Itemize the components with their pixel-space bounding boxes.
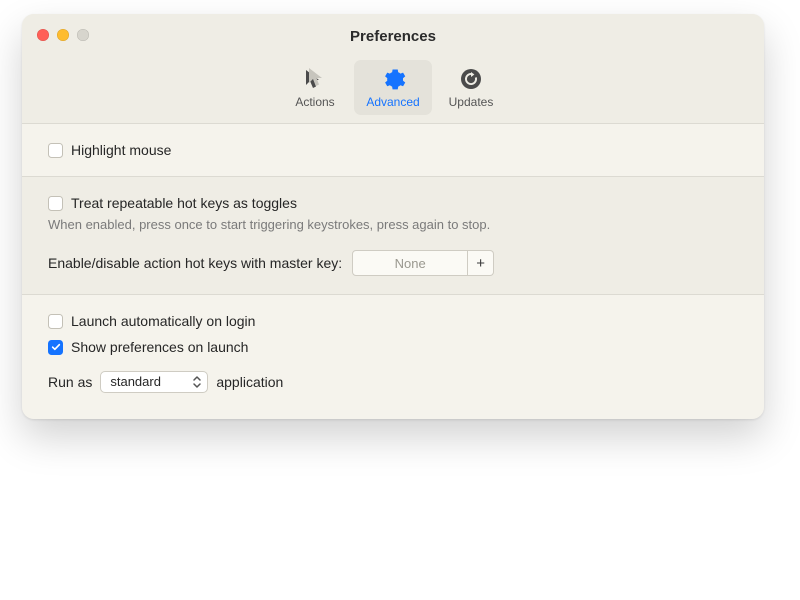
chevron-updown-icon [192, 375, 202, 389]
show-prefs-label: Show preferences on launch [71, 339, 248, 355]
tab-updates[interactable]: Updates [432, 60, 510, 115]
highlight-mouse-label: Highlight mouse [71, 142, 171, 158]
treat-toggles-hint: When enabled, press once to start trigge… [48, 217, 738, 232]
updates-icon [458, 66, 484, 92]
tab-updates-label: Updates [449, 95, 494, 109]
master-key-field: None + [352, 250, 494, 276]
actions-icon [302, 66, 328, 92]
tab-actions[interactable]: Actions [276, 60, 354, 115]
launch-login-checkbox[interactable] [48, 314, 63, 329]
window-title: Preferences [22, 14, 764, 60]
run-as-select[interactable]: standard [100, 371, 208, 393]
master-key-input[interactable]: None [352, 250, 468, 276]
show-prefs-checkbox[interactable] [48, 340, 63, 355]
tab-advanced-label: Advanced [366, 95, 419, 109]
run-as-value: standard [110, 374, 161, 389]
section-hotkeys: Treat repeatable hot keys as toggles Whe… [22, 177, 764, 295]
titlebar: Preferences [22, 14, 764, 60]
master-key-label: Enable/disable action hot keys with mast… [48, 255, 342, 271]
row-launch-login: Launch automatically on login [48, 313, 738, 329]
run-as-suffix: application [216, 374, 283, 390]
master-key-add-button[interactable]: + [468, 250, 494, 276]
launch-login-label: Launch automatically on login [71, 313, 255, 329]
preferences-window: Preferences Actions Advanced [22, 14, 764, 419]
tab-advanced[interactable]: Advanced [354, 60, 432, 115]
row-treat-toggles: Treat repeatable hot keys as toggles [48, 195, 738, 211]
toolbar-tabs: Actions Advanced Updates [22, 60, 764, 124]
row-show-prefs: Show preferences on launch [48, 339, 738, 355]
row-highlight-mouse: Highlight mouse [48, 142, 738, 158]
tab-actions-label: Actions [295, 95, 334, 109]
section-highlight: Highlight mouse [22, 124, 764, 177]
highlight-mouse-checkbox[interactable] [48, 143, 63, 158]
gear-icon [380, 66, 406, 92]
section-launch: Launch automatically on login Show prefe… [22, 295, 764, 419]
treat-toggles-checkbox[interactable] [48, 196, 63, 211]
run-as-prefix: Run as [48, 374, 92, 390]
row-master-key: Enable/disable action hot keys with mast… [48, 250, 738, 276]
row-run-as: Run as standard application [48, 371, 738, 393]
treat-toggles-label: Treat repeatable hot keys as toggles [71, 195, 297, 211]
